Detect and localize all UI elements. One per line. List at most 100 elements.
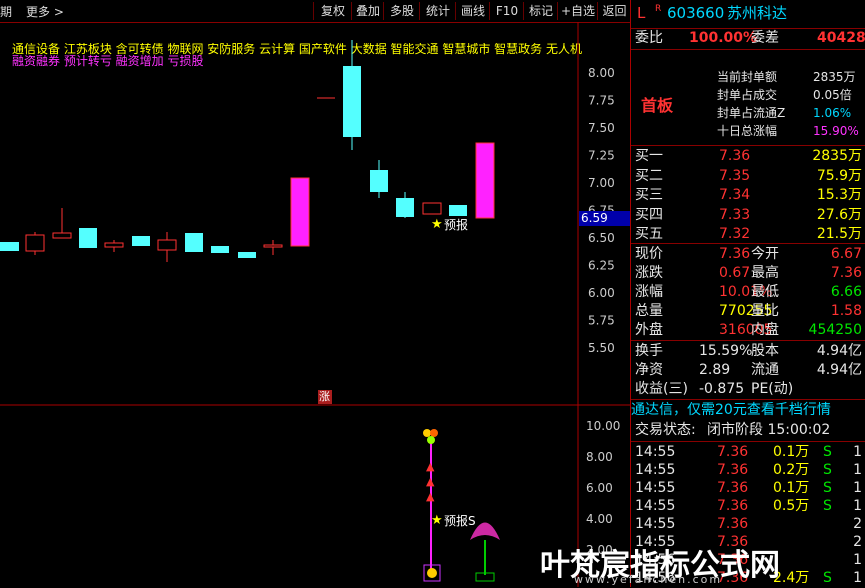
more-menu[interactable]: 更多 > — [26, 3, 64, 20]
stat-value: 454250 — [808, 322, 862, 338]
fund-value: 4.94亿 — [816, 362, 862, 378]
multi-stock-button[interactable]: 多股 — [383, 2, 420, 20]
tick-price: 7.36 — [717, 516, 749, 532]
fund-label: 净资 — [635, 362, 663, 378]
stat-label: 外盘 — [635, 322, 663, 338]
tick-count: 1 — [853, 462, 862, 478]
period-label[interactable]: 期 — [0, 3, 12, 20]
weibi-row: 委比 100.00% 委差 40428 — [631, 29, 865, 48]
price-tick-label: 8.00 — [588, 66, 615, 80]
stat-row: 外盘 316005 内盘 454250 — [631, 321, 865, 340]
add-watchlist-button[interactable]: +自选 — [557, 2, 598, 20]
tick-side: S — [823, 570, 832, 586]
price-tick-label: 7.00 — [588, 176, 615, 190]
stats-button[interactable]: 统计 — [419, 2, 456, 20]
chart-area[interactable]: 期 更多 > 复权 叠加 多股 统计 画线 F10 标记 +自选 返回 通信设备… — [0, 0, 630, 587]
bid-row: 买三 7.34 15.3万 — [631, 186, 865, 205]
fund-value: 15.59% — [699, 343, 753, 359]
f10-button[interactable]: F10 — [489, 2, 524, 20]
tick-time: 14:55 — [635, 462, 676, 478]
candle — [370, 170, 388, 192]
fund-row: 净资 2.89 流通 4.94亿 — [631, 361, 865, 380]
tick-row: 14:55 7.36 0.2万 S 1 — [631, 461, 865, 480]
stat-row: 总量 770255 量比 1.58 — [631, 302, 865, 321]
trade-status-value: 闭市阶段 15:00:02 — [707, 422, 831, 438]
forecast-s-annotation: 预报S — [444, 514, 476, 528]
tick-count: 1 — [853, 444, 862, 460]
limit-up-marker: 涨 — [319, 390, 330, 403]
tick-count: 1 — [853, 552, 862, 568]
tick-time: 14:55 — [635, 480, 676, 496]
stock-header: L R 603660 苏州科达 — [631, 4, 865, 23]
tick-row: 14:55 7.36 2 — [631, 515, 865, 534]
candle — [104, 242, 124, 248]
price-tick-label: 7.50 — [588, 121, 615, 135]
stat-label: 内盘 — [751, 322, 779, 338]
bid-price: 7.34 — [719, 187, 751, 203]
indicator-tick-label: 4.00 — [586, 512, 613, 526]
tick-count: 1 — [853, 480, 862, 496]
margin-flag: R — [655, 4, 662, 14]
candle — [475, 142, 495, 219]
stat-value: 7.36 — [830, 265, 862, 281]
tick-side: S — [823, 498, 832, 514]
limit-info-label: 封单占成交 — [717, 88, 778, 102]
limit-info-value: 15.90% — [813, 124, 859, 138]
candle — [79, 228, 97, 248]
stock-name[interactable]: 苏州科达 — [727, 4, 787, 23]
candlesticks — [0, 40, 495, 262]
promo-link[interactable]: 通达信，仅需20元查看千档行情 — [631, 401, 865, 420]
weicha-value: 40428 — [817, 30, 865, 46]
limit-info-row: 当前封单额 2835万 — [631, 68, 865, 87]
stat-value: 7.36 — [719, 246, 751, 262]
svg-text:▲: ▲ — [426, 490, 435, 503]
bid-row: 买二 7.35 75.9万 — [631, 167, 865, 186]
trade-status-label: 交易状态: — [635, 422, 696, 438]
bid-volume: 21.5万 — [816, 226, 862, 242]
limit-info-label: 封单占流通Z — [717, 106, 786, 120]
candle — [157, 239, 177, 251]
star-icon: ★ — [431, 513, 443, 528]
tick-side: S — [823, 462, 832, 478]
svg-text:▲: ▲ — [426, 475, 435, 488]
stat-value: 6.67 — [830, 246, 862, 262]
limit-info-value: 2835万 — [813, 70, 856, 84]
indicator-tick-label: 10.00 — [586, 419, 620, 433]
fund-label: 流通 — [751, 362, 779, 378]
price-tick-label: 5.75 — [588, 314, 615, 328]
bid-volume: 15.3万 — [816, 187, 862, 203]
price-tick-label: 6.00 — [588, 286, 615, 300]
price-tick-label: 6.25 — [588, 259, 615, 273]
concept-tags: 通信设备 江苏板块 含可转债 物联网 安防服务 云计算 国产软件 大数据 智能交… — [12, 43, 582, 67]
overlay-button[interactable]: 叠加 — [351, 2, 384, 20]
fund-value: 4.94亿 — [816, 343, 862, 359]
indicator-tick-label: 6.00 — [586, 481, 613, 495]
candle — [449, 205, 467, 216]
bid-volume: 27.6万 — [816, 206, 862, 223]
bid-level-label: 买三 — [635, 187, 663, 203]
stat-label: 总量 — [635, 303, 663, 319]
mark-button[interactable]: 标记 — [523, 2, 558, 20]
limit-info-label: 当前封单额 — [717, 70, 778, 84]
candle — [25, 234, 45, 252]
indicator-tick-label: 8.00 — [586, 450, 613, 464]
stat-label: 最低 — [751, 284, 779, 300]
candle — [396, 198, 414, 217]
stat-label: 涨幅 — [635, 284, 663, 300]
stat-row: 现价 7.36 今开 6.67 — [631, 245, 865, 264]
svg-text:▲: ▲ — [426, 460, 435, 473]
back-button[interactable]: 返回 — [597, 2, 631, 20]
tick-count: 1 — [853, 570, 862, 586]
market-label: L — [637, 4, 646, 22]
watermark-url: www.yefanchen.com — [574, 573, 723, 586]
candle — [132, 236, 150, 246]
candle — [343, 66, 361, 137]
fuquan-button[interactable]: 复权 — [313, 2, 352, 20]
limit-info-row: 封单占流通Z 1.06% — [631, 104, 865, 123]
candle — [238, 252, 256, 258]
draw-line-button[interactable]: 画线 — [455, 2, 490, 20]
weibi-label: 委比 — [635, 30, 663, 46]
price-tick-label: 7.75 — [588, 94, 615, 108]
current-price-tag: 6.59 — [581, 211, 608, 225]
chart-canvas: 8.007.757.507.257.006.756.506.256.005.75… — [0, 22, 630, 587]
